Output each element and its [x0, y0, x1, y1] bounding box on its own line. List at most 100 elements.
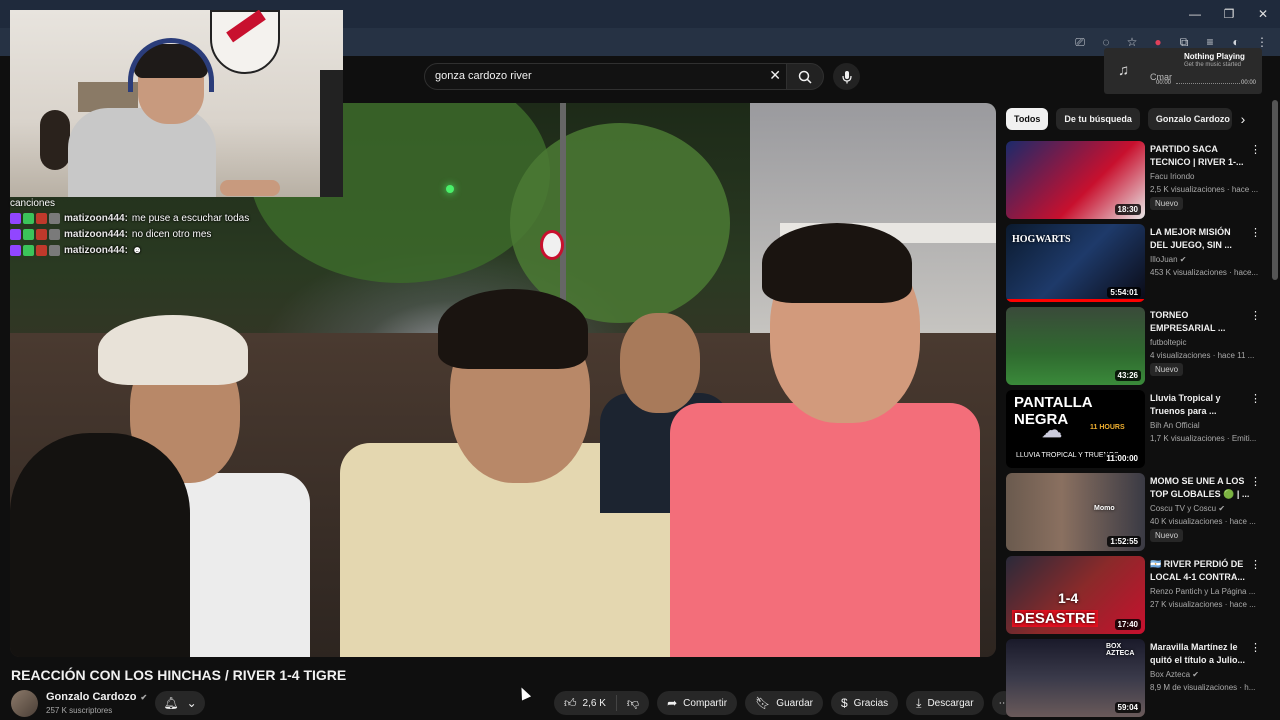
recommendation-channel[interactable]: futboltepic	[1150, 338, 1260, 347]
chat-message: matizoon444: me puse a escuchar todas	[10, 210, 310, 226]
verified-check-icon: ✔	[140, 693, 148, 702]
sub-badge-icon	[36, 228, 47, 240]
new-badge: Nuevo	[1150, 529, 1184, 542]
channel-name[interactable]: Gonzalo Cardozo ✔	[46, 691, 147, 703]
recommendation-thumbnail[interactable]: 1-4 DESASTRE 17:40	[1006, 556, 1145, 634]
channel-name-text[interactable]: Gonzalo Cardozo	[46, 691, 136, 703]
recommendation-item[interactable]: HOGWARTS 5:54:01 LA MEJOR MISIÓN DEL JUE…	[1006, 224, 1268, 307]
recommendation-thumbnail[interactable]: 18:30	[1006, 141, 1145, 219]
notifications-button[interactable]: 🔔︎ ⌄	[155, 691, 205, 715]
video-title: REACCIÓN CON LOS HINCHAS / RIVER 1-4 TIG…	[11, 667, 347, 683]
recommendation-channel[interactable]: Box Azteca ✔	[1150, 670, 1260, 679]
recommendation-thumbnail[interactable]: PANTALLA NEGRA ☁ 11 HOURS LLUVIA TROPICA…	[1006, 390, 1145, 468]
recommendation-item[interactable]: 43:26 TORNEO EMPRESARIAL ... futboltepic…	[1006, 307, 1268, 390]
channel-avatar[interactable]	[11, 690, 38, 717]
video-duration: 43:26	[1114, 370, 1141, 381]
save-button[interactable]: 🔖︎ Guardar	[745, 691, 823, 715]
now-playing-subtitle: Get the music started	[1184, 62, 1242, 68]
restore-icon[interactable]: ❐	[1212, 0, 1246, 28]
page-scrollbar[interactable]	[1272, 100, 1278, 280]
recommendation-thumbnail[interactable]: HOGWARTS 5:54:01	[1006, 224, 1145, 302]
recommendation-meta: 27 K visualizaciones · hace ...	[1150, 600, 1256, 609]
recommendation-title[interactable]: TORNEO EMPRESARIAL ...	[1150, 309, 1250, 335]
screen: — ❐ ✕ ⎚ ◌ ☆ ● ⧉ ≡ ◐ ⋮ Nothing Playing Ge…	[0, 0, 1280, 720]
close-window-icon[interactable]: ✕	[1246, 0, 1280, 28]
download-label: Descargar	[927, 697, 974, 709]
recommendation-item[interactable]: PANTALLA NEGRA ☁ 11 HOURS LLUVIA TROPICA…	[1006, 390, 1268, 473]
recommendation-title[interactable]: MOMO SE UNE A LOS TOP GLOBALES 🟢 | ...	[1150, 475, 1250, 501]
recommendation-channel[interactable]: Coscu TV y Coscu ✔	[1150, 504, 1260, 513]
download-button[interactable]: ⤓ Descargar	[906, 691, 984, 715]
like-button[interactable]: 👍︎ 2,6 K	[554, 691, 616, 715]
video-duration: 5:54:01	[1107, 287, 1141, 298]
recommendation-title[interactable]: Lluvia Tropical y Truenos para ...	[1150, 392, 1250, 418]
chevron-right-icon[interactable]: ›	[1234, 110, 1252, 128]
chat-username: matizoon444:	[64, 244, 128, 256]
thumbnail-text: DESASTRE	[1012, 610, 1098, 627]
share-button[interactable]: ➦ Compartir	[657, 691, 738, 715]
recommendation-title[interactable]: LA MEJOR MISIÓN DEL JUEGO, SIN ...	[1150, 226, 1250, 252]
cast-icon[interactable]: ⎚	[1070, 32, 1090, 52]
minimize-icon[interactable]: —	[1178, 0, 1212, 28]
recommendation-channel[interactable]: Facu Iriondo	[1150, 172, 1260, 181]
recommendation-channel[interactable]: IlloJuan ✔	[1150, 255, 1260, 264]
share-label: Compartir	[683, 697, 728, 709]
like-dislike-group: 👍︎ 2,6 K 👎︎	[554, 691, 650, 715]
more-vertical-icon[interactable]: ⋮	[1250, 558, 1261, 571]
recommendations-list: 18:30 PARTIDO SACA TECNICO | RIVER 1-...…	[1006, 141, 1268, 720]
search-button[interactable]	[786, 63, 824, 90]
now-playing-progress[interactable]	[1176, 83, 1240, 85]
search-input[interactable]: gonza cardozo river	[435, 70, 532, 82]
more-vertical-icon[interactable]: ⋮	[1250, 641, 1261, 654]
video-pole	[560, 103, 566, 303]
chat-text: no dicen otro mes	[131, 228, 212, 240]
microphone-icon	[841, 70, 852, 83]
twitch-badge-icon	[10, 212, 21, 224]
recommendation-item[interactable]: 18:30 PARTIDO SACA TECNICO | RIVER 1-...…	[1006, 141, 1268, 224]
recommendation-thumbnail[interactable]: BOX AZTECA 59:04	[1006, 639, 1145, 717]
recommendation-thumbnail[interactable]: 43:26	[1006, 307, 1145, 385]
recommendation-title[interactable]: 🇦🇷 RIVER PERDIÓ DE LOCAL 4-1 CONTRA...	[1150, 558, 1250, 584]
new-badge: Nuevo	[1150, 363, 1184, 376]
video-duration: 11:00:00	[1103, 453, 1141, 464]
voice-search-button[interactable]	[833, 63, 860, 90]
like-count: 2,6 K	[582, 697, 606, 709]
filter-chips: Todos De tu búsqueda Gonzalo Cardozo	[1006, 108, 1232, 130]
download-icon: ⤓	[916, 695, 922, 710]
chip-channel[interactable]: Gonzalo Cardozo	[1147, 108, 1232, 130]
now-playing-time-end: 00:00	[1240, 80, 1256, 86]
recommendation-title[interactable]: Maravilla Martínez le quitó el título a …	[1150, 641, 1250, 667]
chat-username: matizoon444:	[64, 212, 128, 224]
recommendation-item[interactable]: 1-4 DESASTRE 17:40 🇦🇷 RIVER PERDIÓ DE LO…	[1006, 556, 1268, 639]
more-vertical-icon[interactable]: ⋮	[1250, 143, 1261, 156]
thumbs-up-icon: 👍︎	[564, 695, 577, 710]
now-playing-cover-label: Cmar	[1150, 72, 1172, 82]
thumbs-down-icon: 👎︎	[626, 695, 640, 710]
more-vertical-icon[interactable]: ⋮	[1250, 226, 1261, 239]
subscriber-count: 257 K suscriptores	[46, 706, 113, 715]
new-badge: Nuevo	[1150, 197, 1184, 210]
video-person-center-hair	[438, 289, 588, 369]
more-vertical-icon[interactable]: ⋮	[1250, 475, 1261, 488]
video-actions: 👍︎ 2,6 K 👎︎ ➦ Compartir 🔖︎ Guardar $ Gra…	[554, 691, 1016, 715]
more-vertical-icon[interactable]: ⋮	[1250, 309, 1261, 322]
recommendation-thumbnail[interactable]: Momo 1:52:55	[1006, 473, 1145, 551]
chip-all[interactable]: Todos	[1006, 108, 1049, 130]
clear-search-icon[interactable]: ✕	[769, 67, 781, 84]
recommendation-channel[interactable]: Bih An Official	[1150, 421, 1260, 430]
dislike-button[interactable]: 👎︎	[617, 691, 649, 715]
headset-icon	[128, 38, 214, 92]
thanks-button[interactable]: $ Gracias	[830, 691, 899, 715]
more-vertical-icon[interactable]: ⋮	[1250, 392, 1261, 405]
mouse-cursor-icon	[516, 685, 532, 701]
search-box[interactable]: gonza cardozo river ✕	[424, 63, 788, 90]
video-duration: 18:30	[1114, 204, 1141, 215]
webcam-monitor	[320, 70, 343, 197]
recommendation-item[interactable]: BOX AZTECA 59:04 Maravilla Martínez le q…	[1006, 639, 1268, 720]
recommendation-title[interactable]: PARTIDO SACA TECNICO | RIVER 1-...	[1150, 143, 1250, 169]
recommendation-channel[interactable]: Renzo Pantich y La Página ...	[1150, 587, 1260, 596]
thanks-label: Gracias	[853, 697, 889, 709]
recommendation-item[interactable]: Momo 1:52:55 MOMO SE UNE A LOS TOP GLOBA…	[1006, 473, 1268, 556]
sub-badge-icon	[36, 244, 47, 256]
chip-from-search[interactable]: De tu búsqueda	[1056, 108, 1140, 130]
